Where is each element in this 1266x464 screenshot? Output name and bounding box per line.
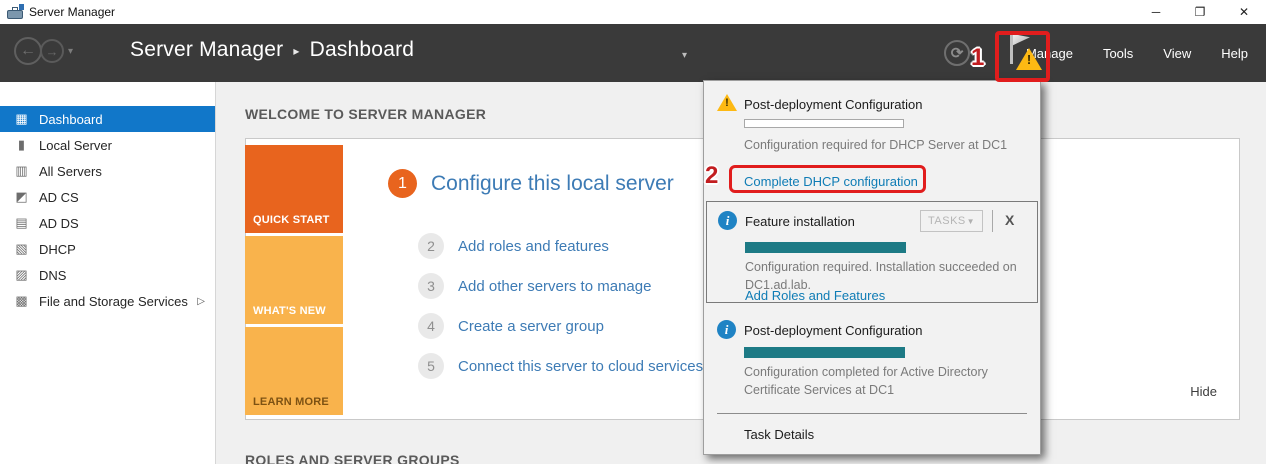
step-link[interactable]: Add roles and features <box>458 238 609 255</box>
menu-tools[interactable]: Tools <box>1103 46 1133 61</box>
sidebar-item-label: All Servers <box>39 163 102 179</box>
separator <box>992 210 993 232</box>
tasks-label: TASKS <box>928 215 966 227</box>
notification-title: Post-deployment Configuration <box>744 323 923 338</box>
step-configure-local-server[interactable]: 1 Configure this local server <box>388 169 674 198</box>
add-roles-features-link[interactable]: Add Roles and Features <box>745 288 885 303</box>
refresh-icon[interactable]: ⟳ <box>944 40 970 66</box>
sidebar-item-label: DNS <box>39 267 67 283</box>
file-storage-icon: ▩ <box>15 293 28 308</box>
sidebar-item-ad-cs[interactable]: ◩ AD CS <box>0 184 215 210</box>
notification-message: Configuration required for DHCP Server a… <box>744 138 1008 152</box>
breadcrumb-current[interactable]: Dashboard <box>310 38 415 62</box>
step-create-server-group[interactable]: 4 Create a server group <box>418 313 604 339</box>
flag-icon <box>1010 34 1013 64</box>
notification-title: Post-deployment Configuration <box>744 97 923 112</box>
ad-ds-icon: ▤ <box>15 215 28 230</box>
info-icon: i <box>717 320 736 339</box>
step-number-badge: 4 <box>418 313 444 339</box>
close-button[interactable]: ✕ <box>1222 0 1266 24</box>
warning-badge-icon: ! <box>1016 48 1042 70</box>
warning-icon: ! <box>717 94 737 111</box>
sidebar-item-dns[interactable]: ▨ DNS <box>0 262 215 288</box>
sidebar-item-all-servers[interactable]: ▥ All Servers <box>0 158 215 184</box>
tab-label: LEARN MORE <box>253 396 329 408</box>
nav-history-caret-icon[interactable]: ▾ <box>68 46 73 57</box>
back-button[interactable]: ← <box>14 37 42 65</box>
sidebar-item-file-storage[interactable]: ▩ File and Storage Services ▷ <box>0 288 215 314</box>
progress-fill <box>744 347 906 358</box>
breadcrumb-separator-icon: ▸ <box>293 44 300 58</box>
title-bar: Server Manager ─ ❐ ✕ <box>0 0 1266 24</box>
hide-link[interactable]: Hide <box>1190 384 1217 399</box>
step-number-badge: 3 <box>418 273 444 299</box>
sidebar-item-label: AD CS <box>39 189 79 205</box>
progress-bar <box>744 347 906 358</box>
window-controls: ─ ❐ ✕ <box>1134 0 1266 24</box>
sidebar: ▦ Dashboard ▮ Local Server ▥ All Servers… <box>0 82 216 464</box>
step-number-badge: 5 <box>418 353 444 379</box>
tab-quick-start[interactable]: QUICK START <box>245 145 343 233</box>
task-details-link[interactable]: Task Details <box>744 427 814 442</box>
notification-message: Configuration completed for Active Direc… <box>744 365 988 398</box>
step-link[interactable]: Create a server group <box>458 318 604 335</box>
sidebar-item-dhcp[interactable]: ▧ DHCP <box>0 236 215 262</box>
step-link[interactable]: Configure this local server <box>431 172 674 196</box>
tab-label: WHAT'S NEW <box>253 305 326 317</box>
sidebar-item-label: Local Server <box>39 137 112 153</box>
step-link[interactable]: Add other servers to manage <box>458 278 651 295</box>
tab-learn-more[interactable]: LEARN MORE <box>245 327 343 415</box>
info-icon: i <box>718 211 737 230</box>
menu-help[interactable]: Help <box>1221 46 1248 61</box>
forward-button[interactable]: → <box>40 39 64 63</box>
window-title: Server Manager <box>29 5 116 19</box>
menu-view[interactable]: View <box>1163 46 1191 61</box>
tab-label: QUICK START <box>253 214 330 226</box>
ad-cs-icon: ◩ <box>15 189 28 204</box>
step-link[interactable]: Connect this server to cloud services <box>458 358 703 375</box>
notifications-flag-button[interactable]: ! <box>1000 32 1044 74</box>
restore-button[interactable]: ❐ <box>1178 0 1222 24</box>
dashboard-icon: ▦ <box>15 111 28 126</box>
divider <box>717 413 1027 414</box>
notifications-caret-icon[interactable]: ▾ <box>682 50 687 61</box>
local-server-icon: ▮ <box>17 137 26 152</box>
close-notification-icon[interactable]: X <box>1005 212 1014 228</box>
minimize-button[interactable]: ─ <box>1134 0 1178 24</box>
step-add-roles-features[interactable]: 2 Add roles and features <box>418 233 609 259</box>
server-manager-app-icon <box>7 3 24 19</box>
dhcp-icon: ▧ <box>15 241 28 256</box>
chevron-down-icon: ▼ <box>966 216 975 226</box>
progress-bar <box>744 119 904 128</box>
menu-bar: Manage Tools View Help <box>1026 46 1248 61</box>
sidebar-item-dashboard[interactable]: ▦ Dashboard <box>0 106 215 132</box>
step-number-badge: 1 <box>388 169 417 198</box>
sidebar-item-label: Dashboard <box>39 111 103 127</box>
tab-whats-new[interactable]: WHAT'S NEW <box>245 236 343 324</box>
notification-feature-installation: i Feature installation TASKS ▼ X Configu… <box>706 201 1038 303</box>
breadcrumb: Server Manager ▸ Dashboard <box>130 38 414 62</box>
tasks-dropdown[interactable]: TASKS ▼ <box>920 210 983 232</box>
notifications-flyout: ! Post-deployment Configuration Configur… <box>703 80 1041 455</box>
roles-section-title: ROLES AND SERVER GROUPS <box>245 452 460 464</box>
sidebar-item-local-server[interactable]: ▮ Local Server <box>0 132 215 158</box>
sidebar-item-ad-ds[interactable]: ▤ AD DS <box>0 210 215 236</box>
sidebar-item-label: File and Storage Services <box>39 293 188 309</box>
complete-dhcp-configuration-link[interactable]: Complete DHCP configuration <box>744 174 918 189</box>
progress-bar <box>745 242 907 253</box>
notification-title: Feature installation <box>745 214 855 229</box>
dns-icon: ▨ <box>15 267 28 282</box>
welcome-section-title: WELCOME TO SERVER MANAGER <box>245 106 487 122</box>
step-number-badge: 2 <box>418 233 444 259</box>
header-bar: ← → ▾ Server Manager ▸ Dashboard ▾ ⟳ ! M… <box>0 24 1266 82</box>
sidebar-item-label: AD DS <box>39 215 79 231</box>
sidebar-item-label: DHCP <box>39 241 76 257</box>
all-servers-icon: ▥ <box>15 163 28 178</box>
step-connect-cloud-services[interactable]: 5 Connect this server to cloud services <box>418 353 703 379</box>
breadcrumb-root[interactable]: Server Manager <box>130 38 283 62</box>
progress-fill <box>745 242 907 253</box>
step-add-other-servers[interactable]: 3 Add other servers to manage <box>418 273 651 299</box>
expand-chevron-icon[interactable]: ▷ <box>197 296 205 307</box>
